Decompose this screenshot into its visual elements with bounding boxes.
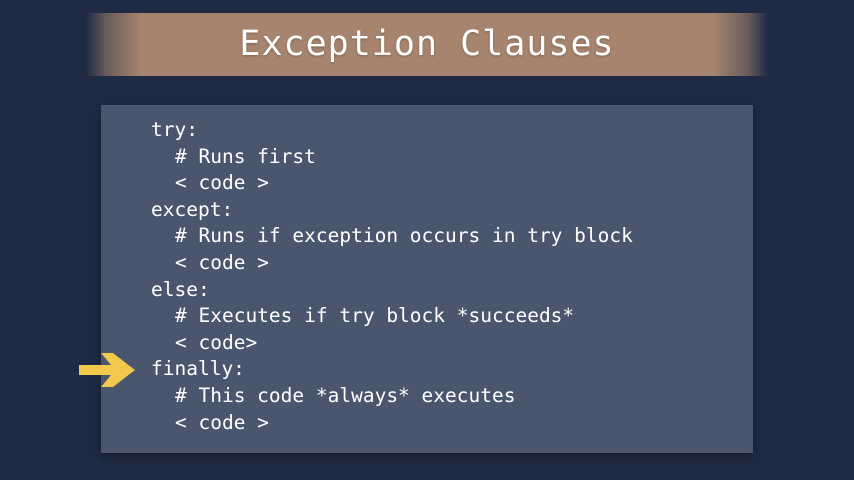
slide-title: Exception Clauses — [239, 24, 615, 64]
code-comment-else: # Executes if try block *succeeds* — [175, 304, 575, 328]
code-line-else: else: — [151, 277, 210, 301]
right-arrow-icon — [79, 353, 135, 387]
code-line-try: try: — [151, 118, 198, 141]
code-comment-finally: # This code *always* executes — [175, 383, 516, 407]
code-comment-runs-first: # Runs first — [175, 144, 316, 168]
code-line-except: except: — [151, 197, 234, 221]
code-placeholder-try: < code > — [175, 171, 269, 195]
code-block: try: # Runs first < code > except: # Run… — [151, 117, 633, 436]
code-panel: try: # Runs first < code > except: # Run… — [101, 105, 753, 453]
code-placeholder-finally: < code > — [175, 410, 269, 434]
code-placeholder-except: < code > — [175, 250, 269, 274]
code-line-finally: finally: — [151, 357, 245, 381]
code-placeholder-else: < code> — [175, 330, 258, 354]
code-comment-except: # Runs if exception occurs in try block — [175, 224, 633, 248]
